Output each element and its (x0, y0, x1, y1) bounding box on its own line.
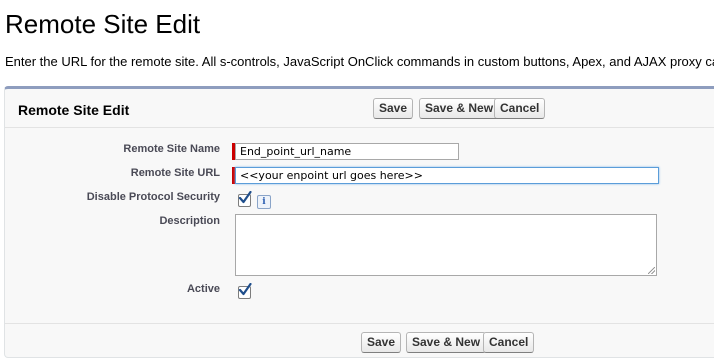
save-new-button-top[interactable]: Save & New (419, 98, 500, 119)
disable-protocol-security-checkbox[interactable] (238, 191, 252, 207)
remote-site-url-label: Remote Site URL (130, 167, 220, 179)
resize-handle-icon[interactable] (648, 267, 655, 274)
panel-title: Remote Site Edit (18, 102, 130, 118)
panel-header: Remote Site Edit Save Save & New Cancel (5, 89, 714, 128)
checkmark-icon (238, 191, 252, 204)
cancel-button-top[interactable]: Cancel (494, 98, 546, 119)
info-icon[interactable]: i (257, 195, 271, 209)
active-checkbox[interactable] (238, 283, 252, 299)
intro-text: Enter the URL for the remote site. All s… (5, 54, 714, 69)
remote-site-edit-panel: Remote Site Edit Save Save & New Cancel … (4, 86, 714, 358)
cancel-button-bottom[interactable]: Cancel (483, 332, 535, 353)
remote-site-url-input[interactable]: <<your enpoint url goes here>> (235, 167, 659, 184)
remote-site-name-input[interactable]: End_point_url_name (235, 143, 459, 160)
save-new-button-bottom[interactable]: Save & New (406, 332, 487, 353)
description-label: Description (159, 215, 220, 227)
save-button-bottom[interactable]: Save (361, 332, 402, 353)
page-title: Remote Site Edit (5, 9, 201, 39)
description-textarea[interactable] (235, 214, 657, 276)
save-button-top[interactable]: Save (373, 98, 414, 119)
checkmark-icon (238, 283, 252, 296)
panel-footer: Save Save & New Cancel (5, 323, 714, 362)
remote-site-name-label: Remote Site Name (123, 143, 220, 155)
active-label: Active (186, 283, 220, 295)
disable-protocol-security-label: Disable Protocol Security (86, 191, 220, 203)
